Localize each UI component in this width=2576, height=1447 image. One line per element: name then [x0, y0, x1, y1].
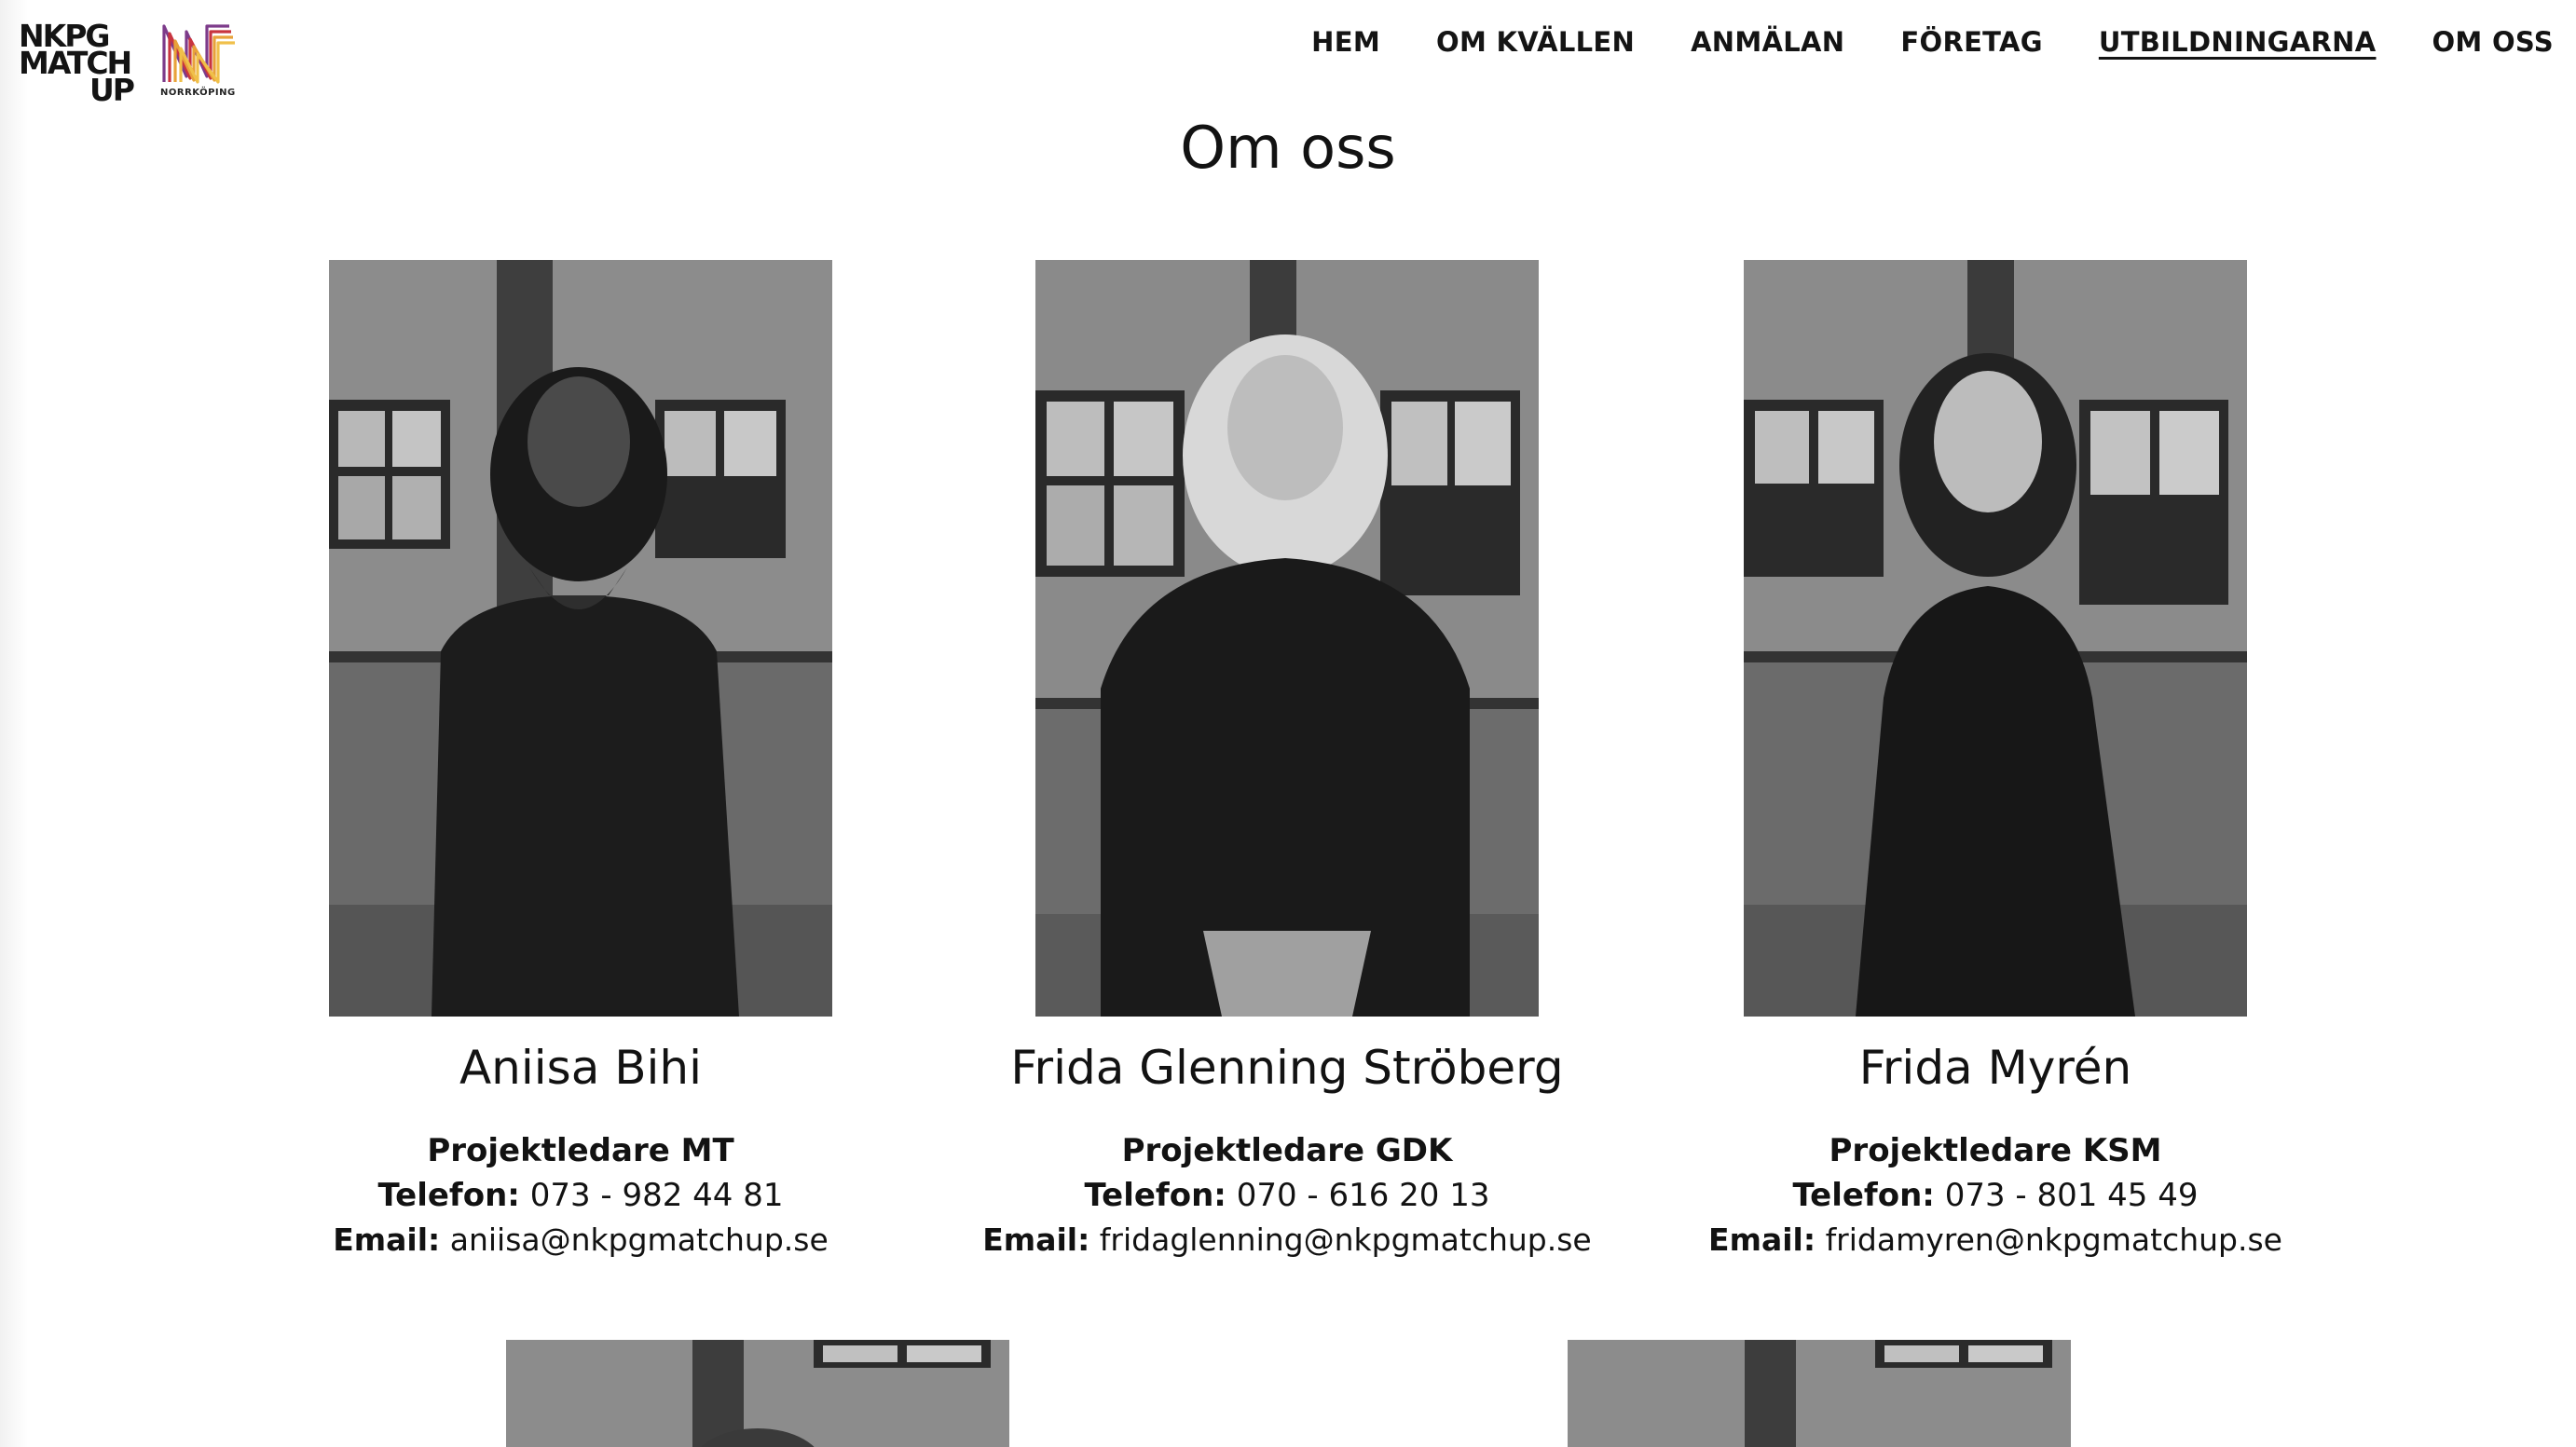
phone-number[interactable]: 073 - 801 45 49 — [1945, 1177, 2199, 1214]
phone-number[interactable]: 073 - 982 44 81 — [530, 1177, 784, 1214]
email-address[interactable]: fridamyren@nkpgmatchup.se — [1826, 1222, 2282, 1258]
email-line: Email: aniisa@nkpgmatchup.se — [226, 1218, 935, 1263]
team-member-contact: Projektledare KSM Telefon: 073 - 801 45 … — [1641, 1128, 2350, 1263]
team-member-name: Frida Myrén — [1858, 1041, 2132, 1095]
phone-label: Telefon: — [1792, 1177, 1935, 1214]
main-nav: HEM OM KVÄLLEN ANMÄLAN FÖRETAG UTBILDNIN… — [1311, 26, 2554, 58]
team-member-photo — [1568, 1340, 2071, 1447]
phone-line: Telefon: 070 - 616 20 13 — [933, 1173, 1641, 1218]
email-address[interactable]: fridaglenning@nkpgmatchup.se — [1100, 1222, 1592, 1258]
logo-wordmark: NKPG MATCH UP — [19, 20, 135, 105]
page-title: Om oss — [1180, 114, 1396, 182]
team-member-photo — [506, 1340, 1009, 1447]
nav-item-utbildningarna[interactable]: UTBILDNINGARNA — [2099, 26, 2377, 58]
phone-number[interactable]: 070 - 616 20 13 — [1237, 1177, 1490, 1214]
phone-line: Telefon: 073 - 982 44 81 — [226, 1173, 935, 1218]
nav-item-foretag[interactable]: FÖRETAG — [1900, 26, 2042, 58]
email-line: Email: fridaglenning@nkpgmatchup.se — [933, 1218, 1641, 1263]
email-line: Email: fridamyren@nkpgmatchup.se — [1641, 1218, 2350, 1263]
team-member-photo — [329, 260, 832, 1017]
email-label: Email: — [982, 1222, 1090, 1258]
team-member-role: Projektledare MT — [427, 1132, 734, 1169]
email-label: Email: — [333, 1222, 441, 1258]
phone-line: Telefon: 073 - 801 45 49 — [1641, 1173, 2350, 1218]
team-member-contact: Projektledare MT Telefon: 073 - 982 44 8… — [226, 1128, 935, 1263]
team-member-role: Projektledare GDK — [1121, 1132, 1453, 1169]
nav-item-om-oss[interactable]: OM OSS — [2432, 26, 2554, 58]
norrkoping-n-icon — [162, 24, 235, 84]
nav-item-om-kvallen[interactable]: OM KVÄLLEN — [1436, 26, 1635, 58]
email-address[interactable]: aniisa@nkpgmatchup.se — [450, 1222, 829, 1258]
email-label: Email: — [1708, 1222, 1816, 1258]
norrkoping-logo-mark: NORRKÖPING — [158, 20, 237, 104]
nav-item-hem[interactable]: HEM — [1311, 26, 1380, 58]
team-member-name: Frida Glenning Ströberg — [1010, 1041, 1564, 1095]
phone-label: Telefon: — [377, 1177, 520, 1214]
team-member-photo — [1035, 260, 1539, 1017]
page: NKPG MATCH UP NORRKÖPING HEM OM KVÄLLEN … — [0, 0, 2576, 1447]
team-member-name: Aniisa Bihi — [459, 1041, 703, 1095]
team-member-role: Projektledare KSM — [1829, 1132, 2162, 1169]
team-member-contact: Projektledare GDK Telefon: 070 - 616 20 … — [933, 1128, 1641, 1263]
team-member-photo — [1744, 260, 2247, 1017]
phone-label: Telefon: — [1084, 1177, 1226, 1214]
nav-item-anmalan[interactable]: ANMÄLAN — [1691, 26, 1844, 58]
logo-city-label: NORRKÖPING — [160, 88, 236, 98]
